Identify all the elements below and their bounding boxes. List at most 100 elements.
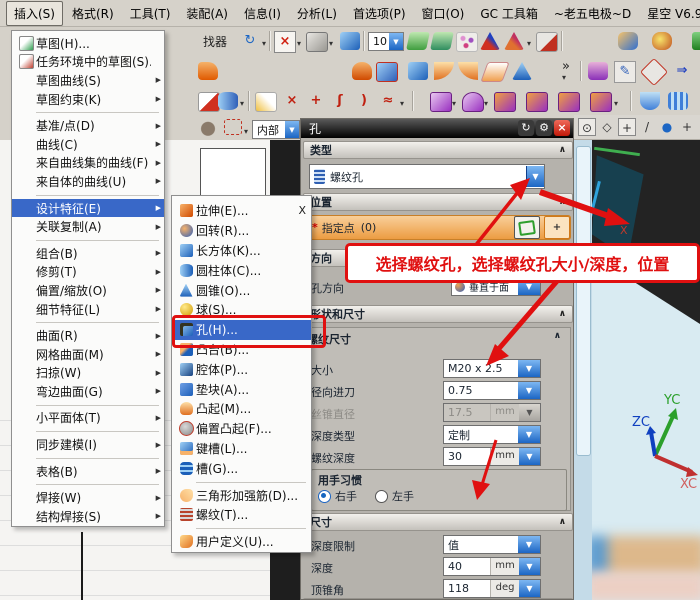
menu-analysis[interactable]: 分析(L) bbox=[290, 2, 344, 25]
shaded-view-icon[interactable] bbox=[340, 32, 360, 50]
position-section-header[interactable]: 位置 ∧ bbox=[303, 193, 573, 211]
move-object-icon[interactable] bbox=[618, 32, 638, 50]
thread-depth-down-icon[interactable]: ▼ bbox=[519, 448, 540, 465]
graphics-window[interactable]: X bbox=[592, 140, 700, 600]
menu-item-table[interactable]: 表格(B)▶ bbox=[12, 462, 164, 481]
menu-item-sketch-in-task[interactable]: 任务环境中的草图(S)... bbox=[12, 53, 164, 72]
move-face-icon[interactable] bbox=[430, 92, 452, 112]
pyramid-feature-icon[interactable] bbox=[512, 62, 532, 80]
submenu-item-pocket[interactable]: 腔体(P)... bbox=[172, 359, 311, 379]
menu-item-curve[interactable]: 曲线(C)▶ bbox=[12, 135, 164, 154]
menu-information[interactable]: 信息(I) bbox=[237, 2, 288, 25]
type-dropdown-icon[interactable]: ▼ bbox=[526, 166, 544, 187]
resize-face-icon[interactable] bbox=[526, 92, 548, 112]
menu-item-sweep[interactable]: 扫掠(W)▶ bbox=[12, 364, 164, 383]
menu-item-associative-copy[interactable]: 关联复制(A)▶ bbox=[12, 217, 164, 236]
menu-item-structure-weld[interactable]: 结构焊接(S)▶ bbox=[12, 507, 164, 526]
submenu-item-offset-emboss[interactable]: 偏置凸起(F)... bbox=[172, 419, 311, 439]
snap-center-icon[interactable]: ⊙ bbox=[578, 118, 596, 136]
flat-pad-icon[interactable] bbox=[480, 62, 509, 82]
selection-scope-combo[interactable]: 内部 ▼ bbox=[252, 120, 300, 139]
menu-xingkong-plugin[interactable]: 星空 V6.935F bbox=[640, 2, 700, 25]
object-display-icon[interactable] bbox=[652, 32, 672, 50]
snap-paw-icon[interactable] bbox=[198, 118, 218, 136]
cube-edge-icon[interactable] bbox=[376, 62, 398, 82]
close-button[interactable]: × bbox=[554, 120, 570, 136]
blue-arrow-icon[interactable]: ⇒ bbox=[672, 61, 692, 81]
menu-item-curve-from-bodies[interactable]: 来自体的曲线(U)▶ bbox=[12, 172, 164, 191]
datum-csys-icon[interactable] bbox=[480, 32, 500, 50]
cylinder-dropdown-icon[interactable]: ▾ bbox=[240, 99, 244, 108]
scope-dropdown-icon[interactable]: ▼ bbox=[285, 121, 299, 138]
diamond-pair-icon[interactable] bbox=[640, 58, 668, 86]
datum-axis-icon[interactable] bbox=[504, 32, 524, 50]
submenu-item-keyslot[interactable]: 键槽(L)... bbox=[172, 439, 311, 459]
menu-item-detail-feature[interactable]: 细节特征(L)▶ bbox=[12, 300, 164, 319]
tool-wrench-icon[interactable] bbox=[588, 62, 608, 80]
submenu-item-user-defined[interactable]: 用户定义(U)... bbox=[172, 532, 311, 552]
menu-window[interactable]: 窗口(O) bbox=[415, 2, 472, 25]
select-dropdown-icon[interactable]: ▾ bbox=[244, 127, 248, 136]
radial-engage-combo[interactable]: 0.75 ▼ bbox=[443, 381, 541, 400]
sketch-section-button[interactable] bbox=[514, 216, 540, 239]
crescent-feature-icon[interactable] bbox=[434, 62, 454, 80]
hole-type-combo[interactable]: 螺纹孔 ▼ bbox=[309, 164, 545, 189]
layer-combo[interactable]: 10 ▼ bbox=[368, 32, 404, 51]
cylinder-tool-icon[interactable] bbox=[218, 92, 238, 110]
curve-dropdown-icon[interactable]: ▾ bbox=[400, 99, 404, 108]
curve-intersect-icon[interactable]: × bbox=[282, 91, 302, 111]
show-hide-icon[interactable]: × bbox=[274, 31, 296, 53]
menu-item-weld[interactable]: 焊接(W)▶ bbox=[12, 488, 164, 507]
crescent-feature2-icon[interactable] bbox=[458, 62, 478, 80]
scrollbar-thumb[interactable] bbox=[576, 146, 591, 456]
left-hand-radio[interactable] bbox=[375, 490, 388, 503]
collapse-icon[interactable]: ∧ bbox=[559, 197, 566, 207]
menu-item-flange-surface[interactable]: 弯边曲面(G)▶ bbox=[12, 382, 164, 401]
menu-item-design-feature[interactable]: 设计特征(E)▶ bbox=[12, 199, 164, 218]
reset-button[interactable]: ↻ bbox=[518, 120, 534, 136]
snap-quadrant-icon[interactable]: ◇ bbox=[598, 118, 616, 136]
submenu-item-block[interactable]: 长方体(K)... bbox=[172, 241, 311, 261]
rectangle-select-icon[interactable] bbox=[224, 119, 242, 135]
menu-insert[interactable]: 插入(S) bbox=[6, 1, 63, 26]
synchronous-dropdown-icon[interactable]: ▾ bbox=[614, 99, 618, 108]
collapse-icon[interactable]: ∧ bbox=[559, 145, 566, 155]
key-document-icon[interactable] bbox=[255, 92, 277, 112]
size-combo[interactable]: M20 x 2.5 ▼ bbox=[443, 359, 541, 378]
dimensions-section-header[interactable]: 尺寸 ∧ bbox=[303, 513, 573, 531]
delete-face-icon[interactable] bbox=[494, 92, 516, 112]
layer-visible-in-view-icon[interactable] bbox=[430, 32, 454, 50]
orbit-dropdown-icon[interactable]: ▾ bbox=[262, 39, 266, 48]
submenu-item-triangular-rib[interactable]: 三角形加强筋(D)... bbox=[172, 485, 311, 505]
menu-item-mesh-surface[interactable]: 网格曲面(M)▶ bbox=[12, 345, 164, 364]
submenu-item-emboss[interactable]: 凸起(M)... bbox=[172, 399, 311, 419]
menu-item-surface[interactable]: 曲面(R)▶ bbox=[12, 326, 164, 345]
snap-line-icon[interactable]: / bbox=[638, 118, 656, 136]
dialog-scrollbar[interactable] bbox=[574, 140, 592, 600]
show-hide-dropdown-icon[interactable]: ▾ bbox=[297, 39, 301, 48]
submenu-item-extrude[interactable]: 拉伸(E)... X bbox=[172, 201, 311, 221]
orbit-icon[interactable]: ↻ bbox=[240, 31, 260, 51]
copy-face-icon[interactable] bbox=[558, 92, 580, 112]
menu-item-curve-from-curves[interactable]: 来自曲线集的曲线(F)▶ bbox=[12, 154, 164, 173]
pattern-face-icon[interactable] bbox=[590, 92, 612, 112]
right-hand-radio[interactable] bbox=[318, 490, 331, 503]
offset-region-dropdown-icon[interactable]: ▾ bbox=[484, 99, 488, 108]
menu-item-synchronous-modeling[interactable]: 同步建模(I)▶ bbox=[12, 435, 164, 454]
ruled-surface-icon[interactable] bbox=[640, 92, 660, 110]
submenu-item-groove[interactable]: 槽(G)... bbox=[172, 458, 311, 478]
menu-gc-toolbox[interactable]: GC 工具箱 bbox=[473, 2, 545, 25]
collapse-icon[interactable]: ∧ bbox=[559, 309, 566, 319]
layer-dropdown-icon[interactable]: ▼ bbox=[389, 33, 403, 50]
tip-angle-down-icon[interactable]: ▼ bbox=[519, 580, 540, 597]
collapse-icon[interactable]: ∧ bbox=[554, 331, 561, 347]
snap-face-icon[interactable]: ● bbox=[658, 118, 676, 136]
curve-partial-icon[interactable] bbox=[198, 92, 220, 112]
submenu-item-thread[interactable]: 螺纹(T)... bbox=[172, 505, 311, 525]
menu-item-facet-body[interactable]: 小平面体(T)▶ bbox=[12, 409, 164, 428]
bend-feature-icon[interactable] bbox=[352, 62, 372, 80]
menu-item-sketch[interactable]: 草图(H)... bbox=[12, 34, 164, 53]
curve-wave-icon[interactable]: ≈ bbox=[378, 91, 398, 111]
depth-type-dropdown-icon[interactable]: ▼ bbox=[518, 426, 540, 443]
shape-section-header[interactable]: 形状和尺寸 ∧ bbox=[303, 305, 573, 323]
